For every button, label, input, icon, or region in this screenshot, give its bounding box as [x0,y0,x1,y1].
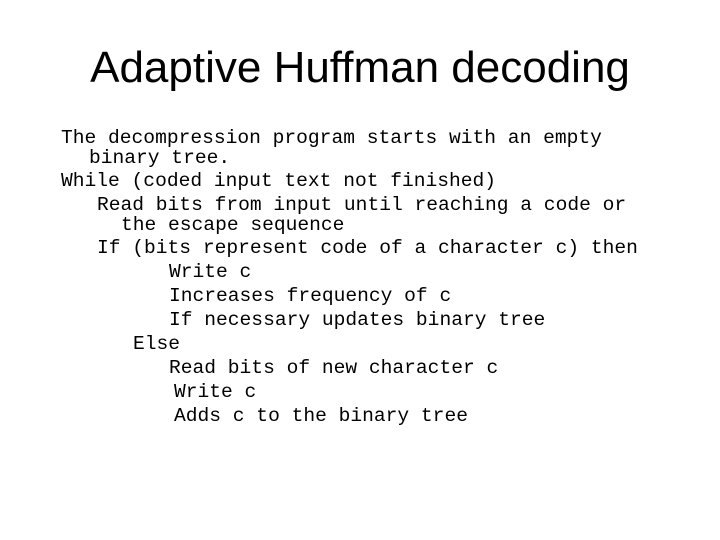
body-line: the escape sequence [121,214,345,236]
body-line: If (bits represent code of a character c… [97,237,638,259]
body-line: Adds c to the binary tree [174,405,468,427]
body-line: Else [133,333,181,355]
body-line: If necessary updates binary tree [169,309,546,331]
body-line: Write c [169,261,252,283]
slide-title: Adaptive Huffman decoding [90,43,630,92]
body-line: While (coded input text not finished) [61,170,497,192]
body-line: Read bits from input until reaching a co… [97,194,627,216]
body-line: Increases frequency of c [169,285,452,307]
body-line: Write c [174,381,257,403]
body-line: The decompression program starts with an… [61,127,602,149]
body-line: Read bits of new character c [169,357,499,379]
body-line: binary tree. [89,147,231,169]
